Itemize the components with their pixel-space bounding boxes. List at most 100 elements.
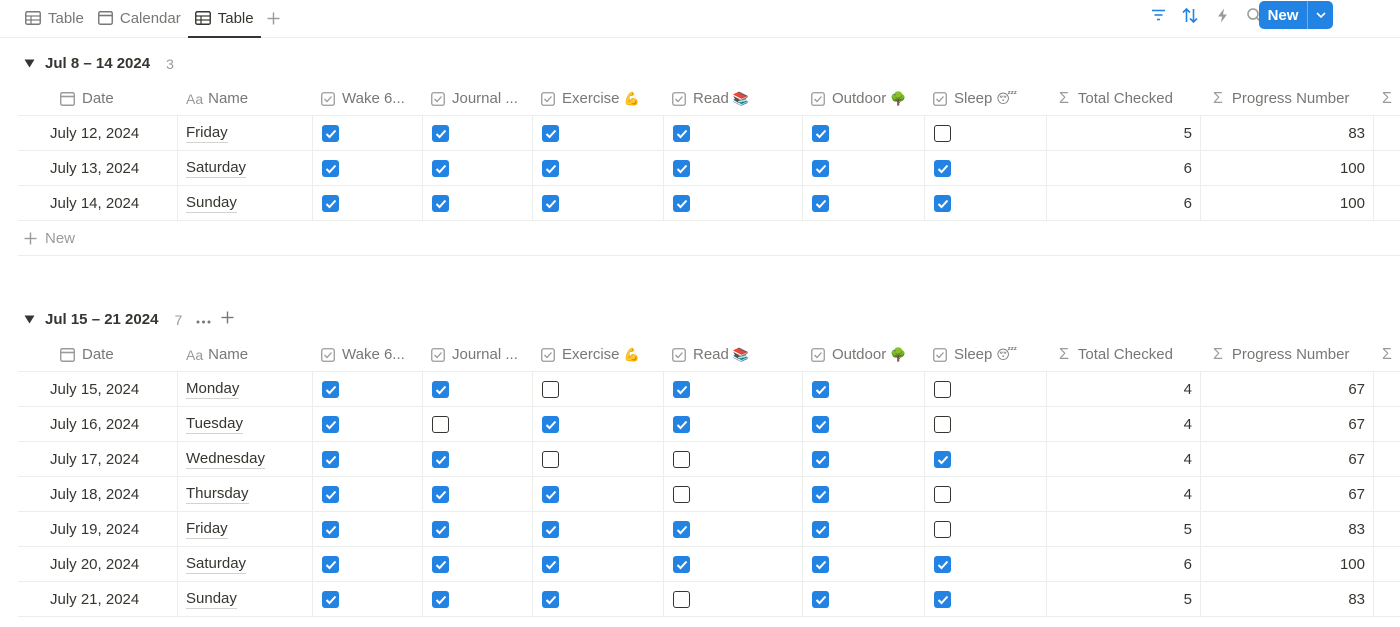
checkbox-exercise[interactable] xyxy=(542,195,559,212)
checkbox-wake[interactable] xyxy=(322,591,339,608)
tab-table-1[interactable]: Table xyxy=(18,0,91,36)
cell-name[interactable]: Tuesday xyxy=(178,407,313,442)
cell-name[interactable]: Wednesday xyxy=(178,442,313,477)
checkbox-outdoor[interactable] xyxy=(812,125,829,142)
checkbox-sleep[interactable] xyxy=(934,521,951,538)
cell-name[interactable]: Friday xyxy=(178,512,313,547)
checkbox-outdoor[interactable] xyxy=(812,521,829,538)
cell-name[interactable]: Thursday xyxy=(178,477,313,512)
checkbox-exercise[interactable] xyxy=(542,486,559,503)
checkbox-read[interactable] xyxy=(673,521,690,538)
table-row[interactable]: July 12, 2024 Friday 5 83 xyxy=(18,116,1400,151)
checkbox-journal[interactable] xyxy=(432,451,449,468)
cell-name[interactable]: Saturday xyxy=(178,151,313,186)
table-row[interactable]: July 20, 2024 Saturday 6 100 xyxy=(18,547,1400,582)
automation-button[interactable] xyxy=(1206,0,1238,30)
checkbox-wake[interactable] xyxy=(322,486,339,503)
checkbox-read[interactable] xyxy=(673,381,690,398)
checkbox-exercise[interactable] xyxy=(542,125,559,142)
checkbox-journal[interactable] xyxy=(432,556,449,573)
group-toggle[interactable] xyxy=(19,59,39,68)
cell-date[interactable]: July 19, 2024 xyxy=(18,512,178,547)
cell-name[interactable]: Sunday xyxy=(178,582,313,617)
checkbox-exercise[interactable] xyxy=(542,591,559,608)
checkbox-journal[interactable] xyxy=(432,591,449,608)
checkbox-exercise[interactable] xyxy=(542,160,559,177)
checkbox-read[interactable] xyxy=(673,416,690,433)
checkbox-wake[interactable] xyxy=(322,451,339,468)
checkbox-journal[interactable] xyxy=(432,381,449,398)
table-row[interactable]: July 15, 2024 Monday 4 67 xyxy=(18,372,1400,407)
table-row[interactable]: July 19, 2024 Friday 5 83 xyxy=(18,512,1400,547)
checkbox-sleep[interactable] xyxy=(934,381,951,398)
checkbox-wake[interactable] xyxy=(322,381,339,398)
column-header-progress-number[interactable]: Σ Progress Number xyxy=(1201,337,1374,372)
column-header-name[interactable]: Aa Name xyxy=(178,337,313,372)
checkbox-outdoor[interactable] xyxy=(812,381,829,398)
table-row[interactable]: July 21, 2024 Sunday 5 83 xyxy=(18,582,1400,617)
new-button-dropdown[interactable] xyxy=(1308,12,1333,18)
table-row[interactable]: July 16, 2024 Tuesday 4 67 xyxy=(18,407,1400,442)
checkbox-sleep[interactable] xyxy=(934,195,951,212)
column-header-total-checked[interactable]: Σ Total Checked xyxy=(1047,81,1201,116)
checkbox-outdoor[interactable] xyxy=(812,591,829,608)
column-header-journal[interactable]: Journal ... xyxy=(423,337,533,372)
column-header-name[interactable]: Aa Name xyxy=(178,81,313,116)
table-row[interactable]: July 13, 2024 Saturday 6 100 xyxy=(18,151,1400,186)
column-header-total-checked[interactable]: Σ Total Checked xyxy=(1047,337,1201,372)
new-row-button[interactable]: New xyxy=(18,221,1400,256)
checkbox-sleep[interactable] xyxy=(934,591,951,608)
sort-button[interactable] xyxy=(1174,0,1206,30)
checkbox-exercise[interactable] xyxy=(542,416,559,433)
column-header-read[interactable]: Read 📚 xyxy=(664,337,803,372)
checkbox-sleep[interactable] xyxy=(934,160,951,177)
column-header-outdoor[interactable]: Outdoor 🌳 xyxy=(803,81,925,116)
checkbox-outdoor[interactable] xyxy=(812,556,829,573)
checkbox-outdoor[interactable] xyxy=(812,195,829,212)
group-toggle[interactable] xyxy=(19,315,39,324)
checkbox-sleep[interactable] xyxy=(934,486,951,503)
checkbox-read[interactable] xyxy=(673,195,690,212)
checkbox-journal[interactable] xyxy=(432,521,449,538)
cell-name[interactable]: Monday xyxy=(178,372,313,407)
column-header-wake[interactable]: Wake 6... xyxy=(313,81,423,116)
cell-date[interactable]: July 13, 2024 xyxy=(18,151,178,186)
column-header-exercise[interactable]: Exercise 💪 xyxy=(533,337,664,372)
checkbox-read[interactable] xyxy=(673,160,690,177)
column-header-date[interactable]: Date xyxy=(18,81,178,116)
column-header-more[interactable]: Σ xyxy=(1374,337,1400,372)
checkbox-outdoor[interactable] xyxy=(812,416,829,433)
checkbox-read[interactable] xyxy=(673,556,690,573)
checkbox-read[interactable] xyxy=(673,125,690,142)
column-header-sleep[interactable]: Sleep 😴 xyxy=(925,81,1047,116)
checkbox-journal[interactable] xyxy=(432,195,449,212)
group-add-button[interactable] xyxy=(221,311,234,328)
cell-date[interactable]: July 12, 2024 xyxy=(18,116,178,151)
checkbox-wake[interactable] xyxy=(322,160,339,177)
checkbox-exercise[interactable] xyxy=(542,381,559,398)
checkbox-journal[interactable] xyxy=(432,125,449,142)
checkbox-journal[interactable] xyxy=(432,416,449,433)
checkbox-exercise[interactable] xyxy=(542,521,559,538)
checkbox-read[interactable] xyxy=(673,486,690,503)
column-header-date[interactable]: Date xyxy=(18,337,178,372)
checkbox-journal[interactable] xyxy=(432,486,449,503)
checkbox-sleep[interactable] xyxy=(934,416,951,433)
tab-calendar[interactable]: Calendar xyxy=(91,0,188,36)
table-row[interactable]: July 17, 2024 Wednesday 4 67 xyxy=(18,442,1400,477)
checkbox-outdoor[interactable] xyxy=(812,486,829,503)
checkbox-wake[interactable] xyxy=(322,521,339,538)
checkbox-outdoor[interactable] xyxy=(812,451,829,468)
checkbox-read[interactable] xyxy=(673,451,690,468)
table-row[interactable]: July 14, 2024 Sunday 6 100 xyxy=(18,186,1400,221)
cell-date[interactable]: July 14, 2024 xyxy=(18,186,178,221)
column-header-sleep[interactable]: Sleep 😴 xyxy=(925,337,1047,372)
checkbox-sleep[interactable] xyxy=(934,125,951,142)
cell-name[interactable]: Saturday xyxy=(178,547,313,582)
cell-date[interactable]: July 17, 2024 xyxy=(18,442,178,477)
new-button[interactable]: New xyxy=(1259,1,1333,29)
group-more-button[interactable] xyxy=(196,311,211,328)
checkbox-wake[interactable] xyxy=(322,195,339,212)
checkbox-journal[interactable] xyxy=(432,160,449,177)
cell-name[interactable]: Friday xyxy=(178,116,313,151)
